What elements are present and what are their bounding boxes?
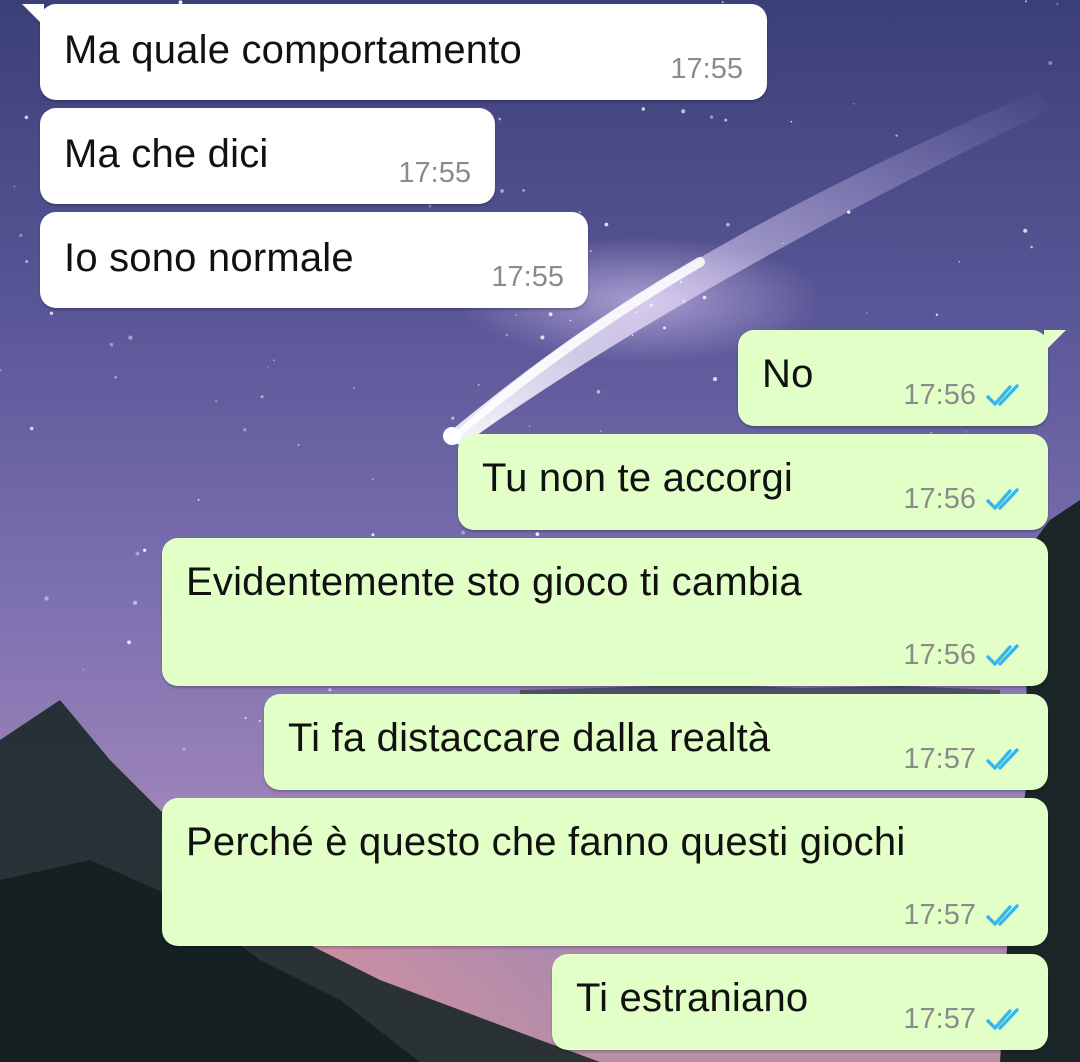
message-meta: 17:56 (903, 379, 1024, 412)
double-check-icon (986, 643, 1024, 669)
message-meta: 17:57 (903, 899, 1024, 932)
message-meta: 17:55 (491, 261, 564, 294)
message-time: 17:57 (903, 743, 976, 775)
chat-background: Ma quale comportamento 17:55 Ma che dici… (0, 0, 1080, 1062)
double-check-icon (986, 383, 1024, 409)
message-meta: 17:57 (903, 743, 1024, 776)
message-text: Ti fa distaccare dalla realtà (288, 716, 771, 760)
message-meta: 17:55 (670, 53, 743, 86)
message-time: 17:57 (903, 1003, 976, 1035)
message-meta: 17:56 (903, 483, 1024, 516)
message-bubble-outgoing[interactable]: Evidentemente sto gioco ti cambia 17:56 (162, 538, 1048, 686)
message-text: Ti estraniano (576, 976, 809, 1020)
message-text: Io sono normale (64, 236, 354, 280)
message-time: 17:56 (903, 483, 976, 515)
message-bubble-incoming[interactable]: Io sono normale 17:55 (40, 212, 588, 308)
message-meta: 17:57 (903, 1003, 1024, 1036)
message-text: Tu non te accorgi (482, 456, 793, 500)
message-time: 17:55 (398, 157, 471, 189)
message-bubble-incoming[interactable]: Ma che dici 17:55 (40, 108, 495, 204)
message-time: 17:55 (670, 53, 743, 85)
message-bubble-outgoing[interactable]: Ti fa distaccare dalla realtà 17:57 (264, 694, 1048, 790)
double-check-icon (986, 903, 1024, 929)
message-text: Perché è questo che fanno questi giochi (186, 820, 906, 864)
message-bubble-outgoing[interactable]: No 17:56 (738, 330, 1066, 426)
message-bubble-outgoing[interactable]: Ti estraniano 17:57 (552, 954, 1048, 1050)
message-meta: 17:55 (398, 157, 471, 190)
message-text: Evidentemente sto gioco ti cambia (186, 560, 802, 604)
message-meta: 17:56 (903, 639, 1024, 672)
message-time: 17:56 (903, 639, 976, 671)
message-bubble-incoming[interactable]: Ma quale comportamento 17:55 (22, 4, 767, 100)
message-bubble-outgoing[interactable]: Perché è questo che fanno questi giochi … (162, 798, 1048, 946)
message-time: 17:57 (903, 899, 976, 931)
double-check-icon (986, 747, 1024, 773)
message-time: 17:55 (491, 261, 564, 293)
message-text: Ma quale comportamento (64, 28, 522, 72)
message-text: Ma che dici (64, 132, 269, 176)
double-check-icon (986, 1007, 1024, 1033)
double-check-icon (986, 487, 1024, 513)
message-time: 17:56 (903, 379, 976, 411)
message-bubble-outgoing[interactable]: Tu non te accorgi 17:56 (458, 434, 1048, 530)
message-text: No (762, 352, 814, 396)
